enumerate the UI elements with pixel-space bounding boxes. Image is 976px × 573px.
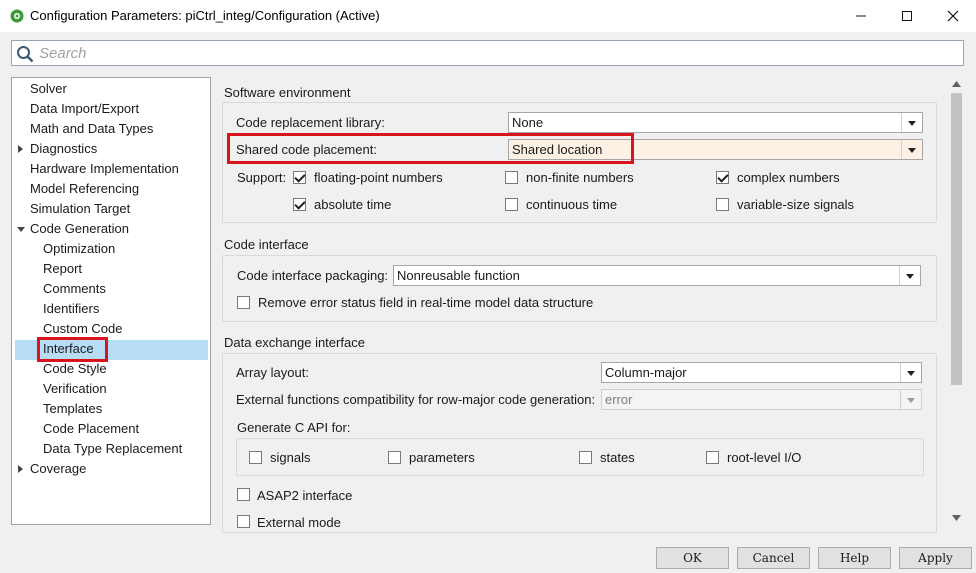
close-button[interactable] <box>930 0 976 32</box>
search-icon <box>17 46 34 63</box>
c-api-label-item: parameters <box>409 450 475 465</box>
search-input[interactable] <box>39 43 939 63</box>
minimize-button[interactable] <box>838 0 884 32</box>
tree-item[interactable]: Verification <box>43 379 107 399</box>
tree-item[interactable]: Data Type Replacement <box>43 439 182 459</box>
support-checkbox[interactable] <box>293 171 306 184</box>
packaging-dropdown[interactable]: Nonreusable function <box>393 265 921 286</box>
tree-item[interactable]: Report <box>43 259 82 279</box>
tree-item[interactable]: Simulation Target <box>30 199 130 219</box>
tree-item[interactable]: Code Generation <box>30 219 129 239</box>
expand-arrow-right-icon[interactable] <box>18 465 23 473</box>
tree-item[interactable]: Templates <box>43 399 102 419</box>
apply-button[interactable]: Apply <box>899 547 972 569</box>
scroll-down-icon[interactable] <box>952 515 961 521</box>
software-environment-title: Software environment <box>224 85 351 100</box>
settings-panel: Software environment Code replacement li… <box>216 77 948 533</box>
scrollbar-thumb[interactable] <box>951 93 962 385</box>
minimize-icon <box>856 15 866 17</box>
support-checkbox[interactable] <box>505 171 518 184</box>
array-layout-dropdown[interactable]: Column-major <box>601 362 922 383</box>
c-api-checkbox[interactable] <box>706 451 719 464</box>
expand-arrow-right-icon[interactable] <box>18 145 23 153</box>
asap2-checkbox[interactable] <box>237 488 250 501</box>
tree-item[interactable]: Comments <box>43 279 106 299</box>
array-layout-value: Column-major <box>605 365 687 380</box>
search-box[interactable] <box>11 40 964 66</box>
c-api-label-item: root-level I/O <box>727 450 802 465</box>
tree-item[interactable]: Coverage <box>30 459 86 479</box>
support-label: Support: <box>237 170 287 185</box>
asap2-label: ASAP2 interface <box>257 488 353 503</box>
c-api-checkbox[interactable] <box>249 451 262 464</box>
support-label-item: continuous time <box>526 197 618 212</box>
support-label-item: floating-point numbers <box>314 170 443 185</box>
c-api-label-item: states <box>600 450 635 465</box>
support-checkbox[interactable] <box>293 198 306 211</box>
category-tree: Solver Data Import/Export Math and Data Ty… <box>11 77 211 525</box>
chevron-down-icon <box>901 113 922 132</box>
tree-item[interactable]: Hardware Implementation <box>30 159 179 179</box>
packaging-label: Code interface packaging: <box>237 268 389 283</box>
code-replacement-dropdown[interactable]: None <box>508 112 923 133</box>
chevron-down-icon <box>900 363 921 382</box>
c-api-checkbox[interactable] <box>579 451 592 464</box>
support-checkbox[interactable] <box>716 198 729 211</box>
chevron-down-icon <box>899 266 920 285</box>
support-label-item: absolute time <box>314 197 392 212</box>
tree-item[interactable]: Identifiers <box>43 299 99 319</box>
ext-funcs-dropdown[interactable]: error <box>601 389 922 410</box>
remove-error-checkbox[interactable] <box>237 296 250 309</box>
remove-error-label: Remove error status field in real-time m… <box>258 295 594 310</box>
tree-item[interactable]: Model Referencing <box>30 179 139 199</box>
maximize-icon <box>902 11 912 21</box>
window-title: Configuration Parameters: piCtrl_integ/C… <box>30 8 380 23</box>
matlab-config-icon <box>10 9 24 23</box>
tree-item[interactable]: Data Import/Export <box>30 99 139 119</box>
scroll-up-icon[interactable] <box>952 81 961 87</box>
ok-button[interactable]: OK <box>656 547 729 569</box>
support-label-item: variable-size signals <box>737 197 855 212</box>
tree-item[interactable]: Math and Data Types <box>30 119 153 139</box>
tree-item[interactable]: Diagnostics <box>30 139 97 159</box>
interface-highlight-box <box>37 337 108 362</box>
c-api-label: Generate C API for: <box>237 420 351 435</box>
external-mode-checkbox[interactable] <box>237 515 250 528</box>
packaging-value: Nonreusable function <box>397 268 520 283</box>
title-bar: Configuration Parameters: piCtrl_integ/C… <box>0 0 976 32</box>
tree-item[interactable]: Solver <box>30 79 67 99</box>
array-layout-label: Array layout: <box>236 365 309 380</box>
close-icon <box>947 10 959 22</box>
maximize-button[interactable] <box>884 0 930 32</box>
c-api-label-item: signals <box>270 450 311 465</box>
support-checkbox[interactable] <box>716 171 729 184</box>
expand-arrow-down-icon[interactable] <box>17 227 25 232</box>
code-replacement-value: None <box>512 115 544 130</box>
support-label-item: complex numbers <box>737 170 840 185</box>
external-mode-label: External mode <box>257 515 341 530</box>
tree-item[interactable]: Custom Code <box>43 319 122 339</box>
support-checkbox[interactable] <box>505 198 518 211</box>
code-interface-title: Code interface <box>224 237 309 252</box>
tree-item[interactable]: Code Style <box>43 359 107 379</box>
tree-item[interactable]: Code Placement <box>43 419 139 439</box>
help-button[interactable]: Help <box>818 547 891 569</box>
code-replacement-label: Code replacement library: <box>236 115 385 130</box>
data-exchange-title: Data exchange interface <box>224 335 365 350</box>
support-label-item: non-finite numbers <box>526 170 634 185</box>
ext-funcs-label: External functions compatibility for row… <box>236 392 596 407</box>
shared-code-highlight-box <box>227 133 634 164</box>
c-api-checkbox[interactable] <box>388 451 401 464</box>
chevron-down-icon <box>901 140 922 159</box>
cancel-button[interactable]: Cancel <box>737 547 810 569</box>
chevron-down-icon <box>900 390 921 409</box>
ext-funcs-value: error <box>605 392 633 407</box>
tree-item[interactable]: Optimization <box>43 239 115 259</box>
